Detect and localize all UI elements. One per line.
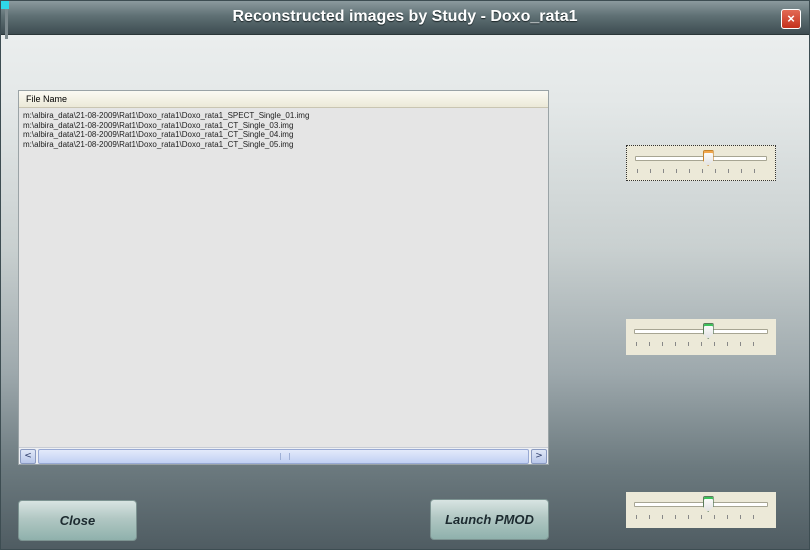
scroll-right-button[interactable]: > bbox=[531, 449, 547, 464]
slider-thumb[interactable] bbox=[702, 496, 714, 512]
title-bar[interactable]: Reconstructed images by Study - Doxo_rat… bbox=[1, 1, 809, 35]
list-item[interactable]: m:\albira_data\21-08-2009\Rat1\Doxo_rata… bbox=[23, 140, 548, 150]
left-stripe bbox=[5, 9, 8, 39]
slider-track bbox=[634, 502, 768, 507]
reconstructed-images-window: Reconstructed images by Study - Doxo_rat… bbox=[0, 0, 810, 550]
slider-track bbox=[635, 156, 767, 161]
close-window-icon[interactable]: × bbox=[781, 9, 801, 29]
slider-3[interactable] bbox=[626, 492, 776, 528]
file-rows: m:\albira_data\21-08-2009\Rat1\Doxo_rata… bbox=[19, 108, 548, 149]
list-item[interactable]: m:\albira_data\21-08-2009\Rat1\Doxo_rata… bbox=[23, 121, 548, 131]
slider-2[interactable] bbox=[626, 319, 776, 355]
scroll-left-button[interactable]: < bbox=[20, 449, 36, 464]
slider-thumb[interactable] bbox=[702, 150, 714, 166]
list-item[interactable]: m:\albira_data\21-08-2009\Rat1\Doxo_rata… bbox=[23, 130, 548, 140]
column-header-file-name[interactable]: File Name bbox=[19, 91, 548, 108]
scrollbar-thumb[interactable] bbox=[38, 449, 529, 464]
window-title: Reconstructed images by Study - Doxo_rat… bbox=[232, 8, 578, 25]
horizontal-scrollbar[interactable]: < > bbox=[19, 447, 548, 464]
file-list[interactable]: File Name m:\albira_data\21-08-2009\Rat1… bbox=[18, 90, 549, 465]
slider-track bbox=[634, 329, 768, 334]
slider-ticks bbox=[637, 169, 765, 173]
list-item[interactable]: m:\albira_data\21-08-2009\Rat1\Doxo_rata… bbox=[23, 111, 548, 121]
slider-ticks bbox=[636, 515, 766, 519]
slider-1[interactable] bbox=[626, 145, 776, 181]
close-button[interactable]: Close bbox=[18, 500, 137, 541]
slider-ticks bbox=[636, 342, 766, 346]
slider-thumb[interactable] bbox=[702, 323, 714, 339]
grip-icon bbox=[279, 453, 290, 460]
launch-pmod-button[interactable]: Launch PMOD bbox=[430, 499, 549, 540]
